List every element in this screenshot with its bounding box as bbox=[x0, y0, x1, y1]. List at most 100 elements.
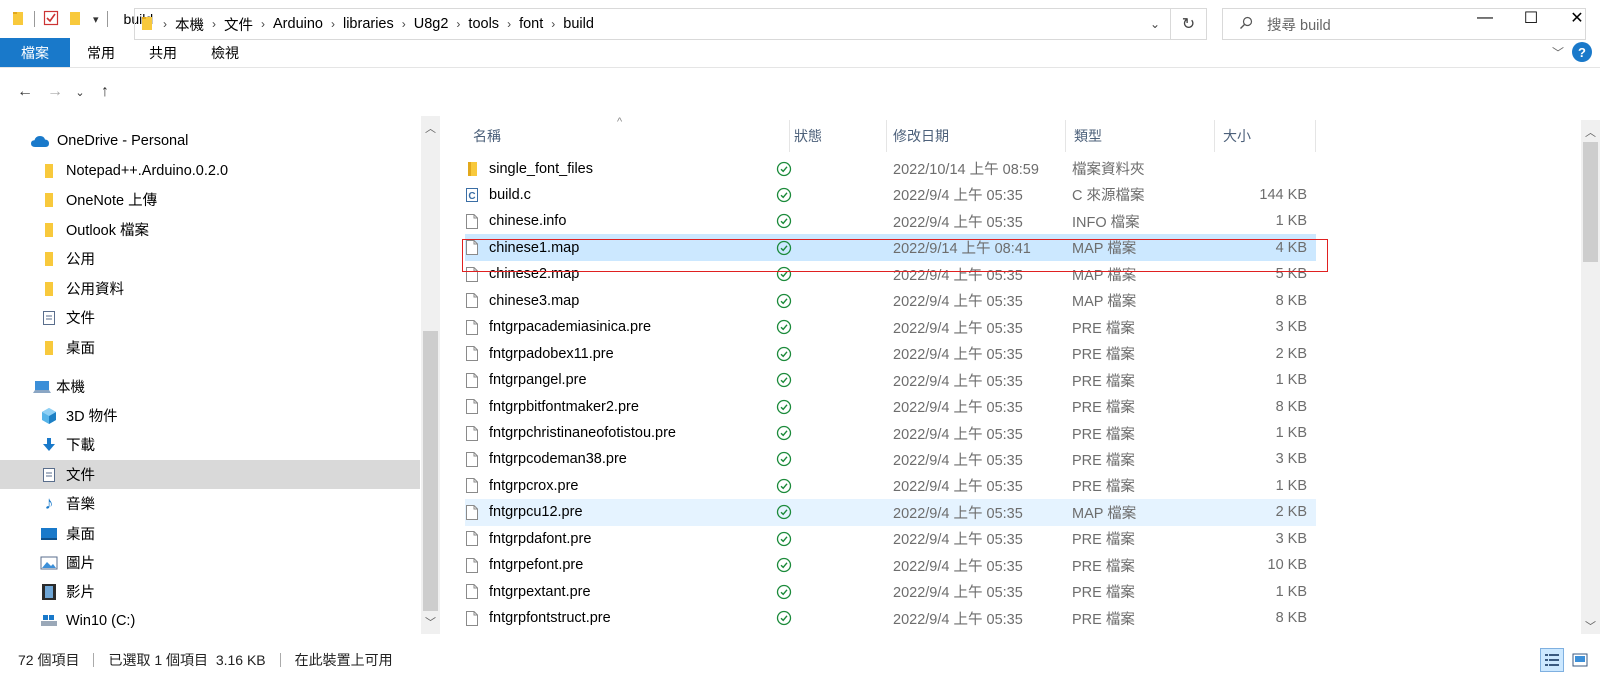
large-icons-view-button[interactable] bbox=[1568, 648, 1592, 672]
tab-file[interactable]: 檔案 bbox=[0, 38, 70, 67]
sync-status-icon bbox=[776, 499, 792, 526]
file-row[interactable]: Cbuild.c 2022/9/4 上午 05:35 C 來源檔案 144 KB bbox=[465, 181, 1316, 208]
nav-item-public-data[interactable]: 公用資料 bbox=[0, 274, 420, 303]
file-row[interactable]: fntgrpchristinaneofotistou.pre 2022/9/4 上… bbox=[465, 420, 1316, 447]
chevron-right-icon[interactable]: › bbox=[163, 17, 167, 31]
chevron-right-icon[interactable]: › bbox=[551, 17, 555, 31]
breadcrumb-item[interactable]: libraries bbox=[343, 16, 394, 32]
videos-icon bbox=[39, 583, 59, 601]
nav-item-outlook[interactable]: Outlook 檔案 bbox=[0, 215, 420, 244]
file-row[interactable]: fntgrpextant.pre 2022/9/4 上午 05:35 PRE 檔案 1… bbox=[465, 578, 1316, 605]
details-view-button[interactable] bbox=[1540, 648, 1564, 672]
file-row[interactable]: chinese.info 2022/9/4 上午 05:35 INFO 檔案 1 KB bbox=[465, 208, 1316, 235]
customize-toolbar-icon[interactable]: ▾ bbox=[93, 13, 99, 26]
column-header-size[interactable]: 大小 bbox=[1215, 120, 1315, 152]
column-header-type[interactable]: 類型 bbox=[1066, 120, 1214, 152]
tab-view[interactable]: 檢視 bbox=[194, 38, 256, 67]
nav-item-onedrive[interactable]: OneDrive - Personal bbox=[0, 126, 420, 155]
item-count: 72 個項目 bbox=[18, 652, 80, 668]
file-name: single_font_files bbox=[489, 160, 593, 177]
recent-locations-icon[interactable]: ⌄ bbox=[70, 86, 90, 99]
file-row[interactable]: fntgrpdafont.pre 2022/9/4 上午 05:35 PRE 檔案 3… bbox=[465, 525, 1316, 552]
chevron-right-icon[interactable]: › bbox=[331, 17, 335, 31]
back-button[interactable]: ← bbox=[10, 83, 40, 101]
nav-item-videos[interactable]: 影片 bbox=[0, 577, 420, 606]
sync-status-icon bbox=[776, 234, 792, 261]
scroll-down-icon[interactable]: ﹀ bbox=[421, 614, 440, 630]
folder-icon[interactable] bbox=[12, 10, 26, 29]
folder-icon bbox=[141, 15, 155, 34]
nav-item-public[interactable]: 公用 bbox=[0, 244, 420, 273]
nav-item-this-pc[interactable]: 本機 bbox=[0, 372, 420, 401]
file-list-scrollbar[interactable]: ︿ ﹀ bbox=[1581, 120, 1600, 634]
breadcrumb-item[interactable]: Arduino bbox=[273, 16, 323, 32]
document-icon bbox=[39, 310, 59, 326]
nav-item-label: OneNote 上傳 bbox=[66, 193, 158, 209]
file-row[interactable]: fntgrpcrox.pre 2022/9/4 上午 05:35 PRE 檔案 1 K… bbox=[465, 472, 1316, 499]
file-row[interactable]: fntgrpbitfontmaker2.pre 2022/9/4 上午 05:35… bbox=[465, 393, 1316, 420]
breadcrumb-item[interactable]: U8g2 bbox=[414, 16, 449, 32]
address-bar[interactable]: › 本機 › 文件 › Arduino › libraries › U8g2 ›… bbox=[134, 8, 1171, 40]
chevron-right-icon[interactable]: › bbox=[261, 17, 265, 31]
file-row[interactable]: fntgrpcodeman38.pre 2022/9/4 上午 05:35 PRE … bbox=[465, 446, 1316, 473]
column-header-modified[interactable]: 修改日期 bbox=[887, 120, 1065, 152]
file-row[interactable]: fntgrpcu12.pre 2022/9/4 上午 05:35 MAP 檔案 2 K… bbox=[465, 498, 1316, 526]
nav-scrollbar[interactable]: ︿ ﹀ bbox=[421, 116, 440, 634]
breadcrumb-item[interactable]: 文件 bbox=[224, 14, 253, 35]
file-row[interactable]: chinese2.map 2022/9/4 上午 05:35 MAP 檔案 5 KB bbox=[465, 261, 1316, 288]
up-button[interactable]: ↑ bbox=[90, 83, 120, 101]
file-row[interactable]: fntgrpacademiasinica.pre 2022/9/4 上午 05:3… bbox=[465, 314, 1316, 341]
chevron-right-icon[interactable]: › bbox=[507, 17, 511, 31]
scroll-up-icon[interactable]: ︿ bbox=[421, 120, 440, 136]
nav-item-onenote[interactable]: OneNote 上傳 bbox=[0, 185, 420, 214]
breadcrumb-item[interactable]: build bbox=[563, 16, 594, 32]
chevron-right-icon[interactable]: › bbox=[456, 17, 460, 31]
search-input[interactable]: 搜尋 build bbox=[1222, 8, 1586, 40]
tab-share[interactable]: 共用 bbox=[132, 38, 194, 67]
help-icon[interactable]: ? bbox=[1572, 42, 1592, 62]
properties-icon[interactable] bbox=[43, 10, 59, 29]
file-modified: 2022/9/4 上午 05:35 bbox=[893, 426, 1023, 443]
nav-item-onedrive-documents[interactable]: 文件 bbox=[0, 303, 420, 332]
file-row[interactable]: chinese1.map 2022/9/14 上午 08:41 MAP 檔案 4 KB bbox=[465, 234, 1316, 262]
column-header-name[interactable]: 名稱 ^ bbox=[465, 116, 789, 152]
nav-item-label: 文件 bbox=[66, 311, 95, 327]
c-file-icon: C bbox=[465, 181, 481, 208]
new-folder-icon[interactable] bbox=[69, 10, 83, 29]
3d-objects-icon bbox=[39, 407, 59, 425]
nav-item-documents[interactable]: 文件 bbox=[0, 460, 420, 489]
nav-item-downloads[interactable]: 下載 bbox=[0, 430, 420, 459]
nav-item-onedrive-desktop[interactable]: 桌面 bbox=[0, 333, 420, 362]
chevron-right-icon[interactable]: › bbox=[212, 17, 216, 31]
nav-item-notepad-arduino[interactable]: Notepad++.Arduino.0.2.0 bbox=[0, 156, 420, 185]
nav-item-3d-objects[interactable]: 3D 物件 bbox=[0, 401, 420, 430]
nav-item-music[interactable]: ♪ 音樂 bbox=[0, 489, 420, 518]
file-list-scrollbar-thumb[interactable] bbox=[1583, 142, 1598, 262]
file-row[interactable]: fntgrpefont.pre 2022/9/4 上午 05:35 PRE 檔案 10… bbox=[465, 552, 1316, 579]
chevron-right-icon[interactable]: › bbox=[402, 17, 406, 31]
breadcrumb-item[interactable]: 本機 bbox=[175, 14, 204, 35]
expand-ribbon-icon[interactable]: ﹀ bbox=[1552, 44, 1564, 61]
file-row[interactable]: chinese3.map 2022/9/4 上午 05:35 MAP 檔案 8 KB bbox=[465, 287, 1316, 314]
scroll-down-icon[interactable]: ﹀ bbox=[1581, 618, 1600, 634]
folder-icon bbox=[39, 163, 59, 179]
scroll-up-icon[interactable]: ︿ bbox=[1581, 124, 1600, 140]
column-header-status[interactable]: 狀態 bbox=[790, 120, 886, 152]
address-dropdown-icon[interactable]: ⌄ bbox=[1140, 17, 1170, 31]
column-divider[interactable] bbox=[1315, 120, 1316, 152]
breadcrumb-item[interactable]: tools bbox=[468, 16, 499, 32]
refresh-button[interactable]: ↻ bbox=[1171, 8, 1207, 40]
file-row[interactable]: single_font_files 2022/10/14 上午 08:59 檔案資料… bbox=[465, 155, 1316, 182]
file-name: chinese2.map bbox=[489, 266, 580, 283]
nav-scrollbar-thumb[interactable] bbox=[423, 331, 438, 611]
nav-item-desktop[interactable]: 桌面 bbox=[0, 519, 420, 548]
file-row[interactable]: fntgrpfontstruct.pre 2022/9/4 上午 05:35 PRE… bbox=[465, 605, 1316, 632]
file-row[interactable]: fntgrpadobex11.pre 2022/9/4 上午 05:35 PRE 檔… bbox=[465, 340, 1316, 367]
tab-home[interactable]: 常用 bbox=[70, 38, 132, 67]
forward-button[interactable]: → bbox=[40, 83, 70, 101]
breadcrumb-item[interactable]: font bbox=[519, 16, 543, 32]
file-row[interactable]: fntgrpangel.pre 2022/9/4 上午 05:35 PRE 檔案 1 … bbox=[465, 367, 1316, 394]
nav-item-c-drive[interactable]: Win10 (C:) bbox=[0, 606, 420, 635]
nav-item-pictures[interactable]: 圖片 bbox=[0, 548, 420, 577]
file-name: fntgrpcu12.pre bbox=[489, 504, 583, 521]
